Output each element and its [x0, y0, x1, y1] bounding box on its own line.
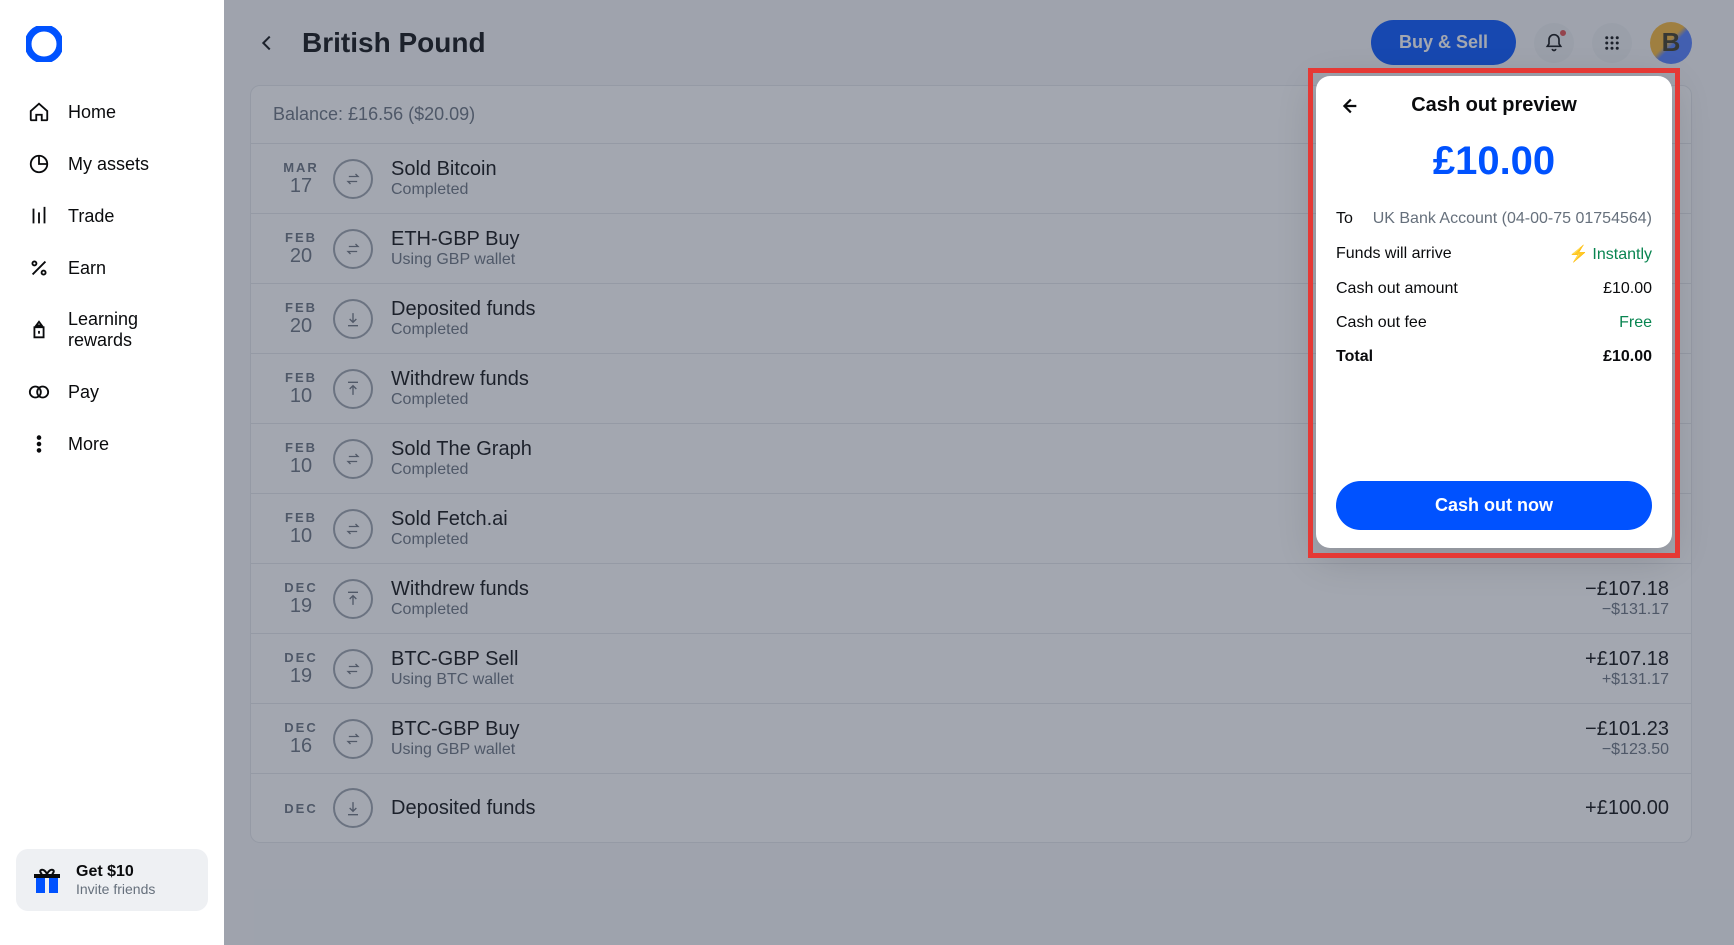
transaction-amount: +£107.18+$131.17 [1585, 648, 1669, 689]
avatar[interactable]: B [1650, 22, 1692, 64]
transaction-date: MAR17 [273, 160, 329, 198]
invite-title: Get $10 [76, 863, 155, 881]
transaction-desc: Sold The GraphCompleted [391, 438, 532, 479]
page-header: British Pound Buy & Sell B [224, 0, 1734, 85]
gift-icon [32, 865, 62, 895]
learning-icon [28, 319, 50, 341]
sidebar-item-trade[interactable]: Trade [0, 190, 224, 242]
modal-row-label: Cash out fee [1336, 314, 1427, 332]
sidebar-item-label: More [68, 434, 109, 455]
modal-row-value: £10.00 [1603, 348, 1652, 366]
sidebar-item-learning[interactable]: Learning rewards [0, 294, 224, 366]
transaction-row[interactable]: DEC Deposited funds +£100.00 [251, 774, 1691, 842]
sidebar-item-label: Home [68, 102, 116, 123]
cashout-now-button[interactable]: Cash out now [1336, 481, 1652, 530]
sidebar-item-label: My assets [68, 154, 149, 175]
transaction-amount: −£107.18−$131.17 [1585, 578, 1669, 619]
notifications-button[interactable] [1534, 23, 1574, 63]
transaction-date: DEC19 [273, 580, 329, 618]
cashout-preview-modal: Cash out preview £10.00 To UK Bank Accou… [1316, 76, 1672, 548]
transaction-type-icon [333, 229, 373, 269]
modal-row-value: Free [1619, 314, 1652, 332]
buy-sell-button[interactable]: Buy & Sell [1371, 20, 1516, 65]
pay-icon [28, 381, 50, 403]
modal-row-label: To [1336, 210, 1353, 228]
modal-row-fee: Cash out fee Free [1336, 306, 1652, 340]
modal-row-value: £10.00 [1603, 280, 1652, 298]
modal-row-amount: Cash out amount £10.00 [1336, 272, 1652, 306]
transaction-date: FEB10 [273, 510, 329, 548]
sidebar-item-myassets[interactable]: My assets [0, 138, 224, 190]
modal-back-button[interactable] [1336, 93, 1362, 119]
sidebar-item-label: Pay [68, 382, 99, 403]
sidebar-item-label: Trade [68, 206, 114, 227]
transaction-type-icon [333, 788, 373, 828]
coinbase-logo[interactable] [24, 24, 64, 64]
transaction-desc: Withdrew fundsCompleted [391, 368, 529, 409]
sidebar-item-home[interactable]: Home [0, 86, 224, 138]
apps-button[interactable] [1592, 23, 1632, 63]
trade-icon [28, 205, 50, 227]
home-icon [28, 101, 50, 123]
page-title: British Pound [302, 27, 486, 59]
transaction-type-icon [333, 719, 373, 759]
transaction-date: FEB20 [273, 300, 329, 338]
transaction-type-icon [333, 159, 373, 199]
modal-row-label: Total [1336, 348, 1373, 366]
transaction-desc: Deposited fundsCompleted [391, 298, 536, 339]
invite-card[interactable]: Get $10 Invite friends [16, 849, 208, 911]
modal-row-label: Funds will arrive [1336, 245, 1452, 263]
transaction-desc: Deposited funds [391, 797, 536, 820]
pie-icon [28, 153, 50, 175]
transaction-date: DEC19 [273, 650, 329, 688]
transaction-desc: BTC-GBP BuyUsing GBP wallet [391, 718, 520, 759]
transaction-date: FEB10 [273, 440, 329, 478]
transaction-type-icon [333, 509, 373, 549]
sidebar-item-label: Earn [68, 258, 106, 279]
sidebar-item-pay[interactable]: Pay [0, 366, 224, 418]
transaction-type-icon [333, 369, 373, 409]
transaction-amount: −£101.23−$123.50 [1585, 718, 1669, 759]
modal-row-total: Total £10.00 [1336, 340, 1652, 374]
sidebar-item-label: Learning rewards [68, 309, 196, 351]
modal-amount: £10.00 [1336, 139, 1652, 184]
transaction-type-icon [333, 299, 373, 339]
transaction-row[interactable]: DEC16 BTC-GBP BuyUsing GBP wallet −£101.23… [251, 704, 1691, 774]
bolt-icon: ⚡ [1568, 244, 1588, 264]
transaction-date: DEC [273, 801, 329, 816]
transaction-row[interactable]: DEC19 Withdrew fundsCompleted −£107.18−$13… [251, 564, 1691, 634]
more-icon [28, 433, 50, 455]
notification-dot-icon [1558, 28, 1568, 38]
transaction-row[interactable]: DEC19 BTC-GBP SellUsing BTC wallet +£107.1… [251, 634, 1691, 704]
modal-row-arrive: Funds will arrive ⚡Instantly [1336, 236, 1652, 272]
transaction-desc: ETH-GBP BuyUsing GBP wallet [391, 228, 520, 269]
back-button[interactable] [250, 26, 284, 60]
transaction-date: DEC16 [273, 720, 329, 758]
sidebar-item-more[interactable]: More [0, 418, 224, 470]
transaction-desc: Withdrew fundsCompleted [391, 578, 529, 619]
transaction-date: FEB20 [273, 230, 329, 268]
transaction-desc: BTC-GBP SellUsing BTC wallet [391, 648, 518, 689]
modal-row-label: Cash out amount [1336, 280, 1458, 298]
modal-row-value: ⚡Instantly [1568, 244, 1652, 264]
modal-row-value: UK Bank Account (04-00-75 01754564) [1373, 210, 1652, 228]
sidebar-item-earn[interactable]: Earn [0, 242, 224, 294]
main-area: British Pound Buy & Sell B Balance: £16.… [224, 0, 1734, 945]
transaction-type-icon [333, 439, 373, 479]
transaction-type-icon [333, 649, 373, 689]
modal-title: Cash out preview [1411, 94, 1577, 117]
transaction-desc: Sold BitcoinCompleted [391, 158, 497, 199]
sidebar: Home My assets Trade Earn Learning rewar… [0, 0, 224, 945]
nav: Home My assets Trade Earn Learning rewar… [0, 86, 224, 470]
invite-sub: Invite friends [76, 881, 155, 897]
transaction-date: FEB10 [273, 370, 329, 408]
percent-icon [28, 257, 50, 279]
transaction-desc: Sold Fetch.aiCompleted [391, 508, 508, 549]
transaction-amount: +£100.00 [1585, 797, 1669, 820]
modal-row-to: To UK Bank Account (04-00-75 01754564) [1336, 202, 1652, 236]
transaction-type-icon [333, 579, 373, 619]
